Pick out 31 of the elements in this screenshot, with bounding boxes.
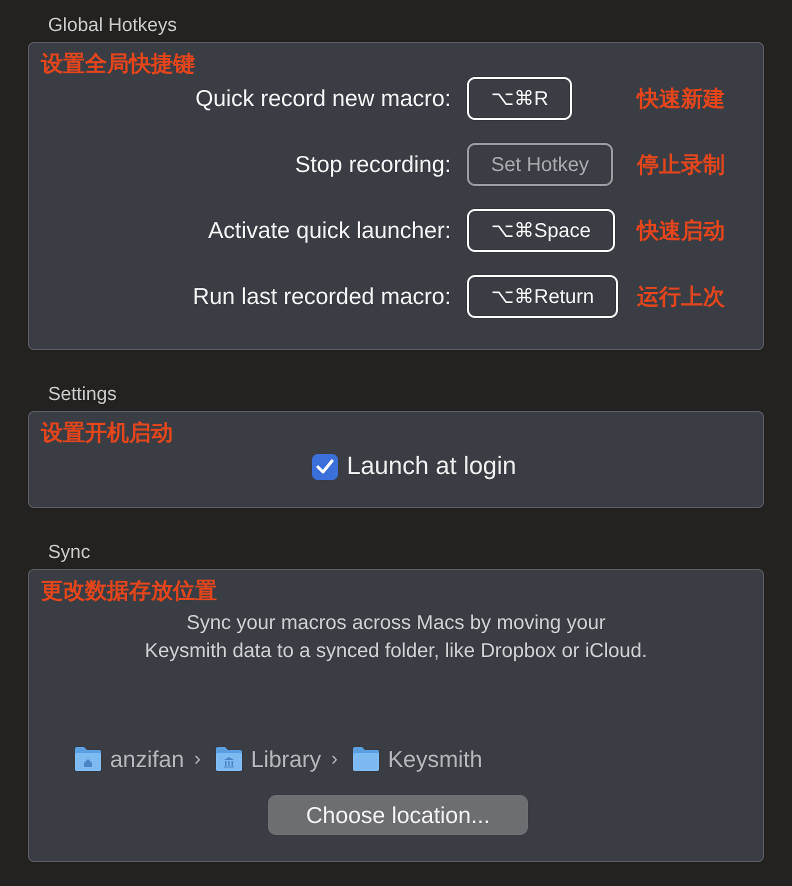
annotation: 快速启动 — [637, 218, 725, 244]
section-title: Global Hotkeys — [48, 14, 178, 38]
path-item[interactable]: Keysmith — [388, 742, 482, 776]
chevron-icon: › — [194, 744, 201, 774]
annotation: 运行上次 — [637, 284, 725, 310]
description-text: Keysmith data to a synced folder, like Dropbox or iCloud. — [144, 639, 648, 664]
checkbox-label: Launch at login — [346, 451, 516, 482]
library-folder-icon — [214, 746, 243, 772]
hotkey-button[interactable]: ⌥⌘R — [467, 77, 572, 120]
hotkey-button[interactable]: Set Hotkey — [467, 143, 613, 186]
checkbox[interactable] — [312, 454, 338, 480]
hotkey-button[interactable]: ⌥⌘Return — [467, 275, 618, 318]
hotkey-label: Run last recorded macro: — [192, 282, 452, 312]
annotation: 快速新建 — [637, 86, 725, 112]
description-text: Sync your macros across Macs by moving your — [186, 611, 606, 636]
section-title: Sync — [48, 541, 92, 565]
annotation: 设置开机启动 — [41, 420, 173, 446]
chevron-icon: › — [331, 744, 338, 774]
annotation: 停止录制 — [637, 152, 725, 178]
folder-icon — [352, 746, 380, 772]
home-folder-icon — [74, 746, 102, 772]
path-item[interactable]: anzifan — [110, 742, 184, 776]
hotkey-label: Activate quick launcher: — [207, 216, 452, 246]
annotation: 设置全局快捷键 — [41, 51, 195, 77]
hotkey-button[interactable]: ⌥⌘Space — [467, 209, 615, 252]
annotation: 更改数据存放位置 — [41, 578, 217, 604]
section-title: Settings — [48, 383, 118, 407]
choose-location-button[interactable]: Choose location... — [268, 794, 528, 834]
hotkey-label: Quick record new macro: — [194, 84, 452, 114]
path-item[interactable]: Library — [250, 742, 322, 776]
hotkey-label: Stop recording: — [294, 150, 452, 180]
